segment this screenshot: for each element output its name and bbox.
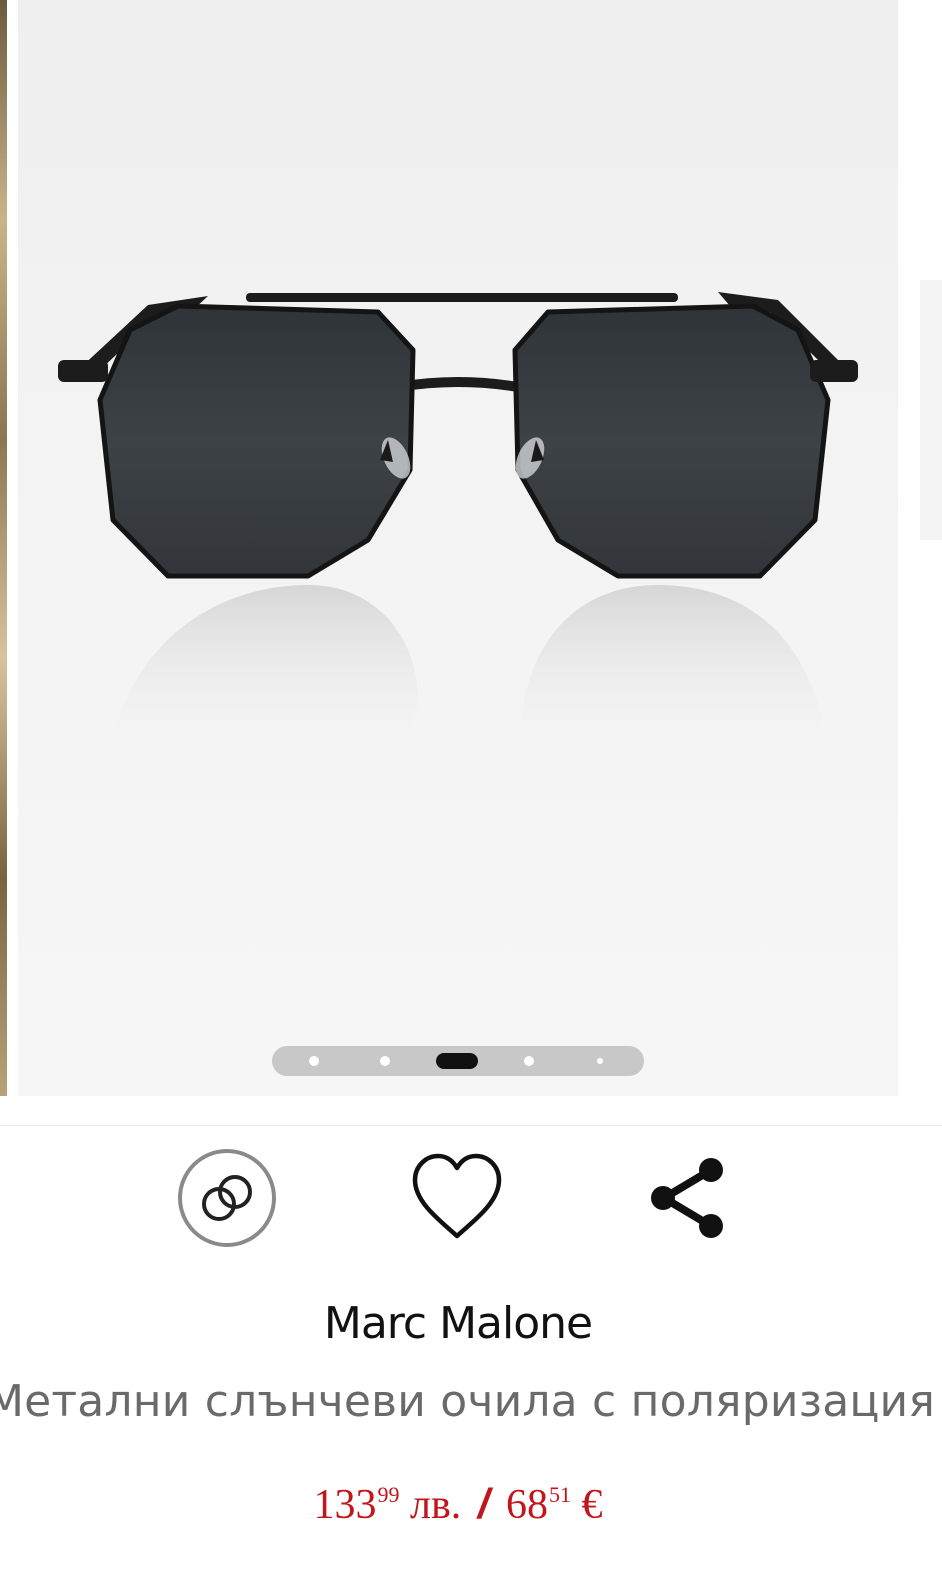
wishlist-button[interactable] [407,1148,507,1248]
price-separator: / [477,1480,490,1527]
carousel-dot[interactable] [309,1056,319,1066]
carousel-dot[interactable] [524,1056,534,1066]
carousel-dot[interactable] [597,1058,603,1064]
product-title: Метални слънчеви очила с поляризация [0,1376,935,1427]
share-icon [651,1158,723,1238]
carousel-dot[interactable] [380,1056,390,1066]
product-brand[interactable]: Marc Malone [0,1298,916,1349]
price-bgn-decimals: 99 [377,1482,400,1507]
carousel-dot-active[interactable] [436,1053,478,1069]
price-bgn-currency: лв. [410,1482,462,1528]
share-button[interactable] [637,1148,737,1248]
price-bgn-integer: 133 [313,1482,377,1528]
compare-button[interactable] [177,1148,277,1248]
price-eur-integer: 68 [505,1482,548,1528]
heart-outline-icon [412,1153,502,1239]
price-eur-currency: € [581,1482,603,1528]
carousel-indicator[interactable] [272,1046,644,1076]
next-slide-edge[interactable] [920,280,942,540]
previous-slide-edge[interactable] [0,0,7,1096]
product-price: 13399 лв. / 6851 € [0,1480,916,1529]
price-eur-decimals: 51 [548,1482,571,1507]
product-page: Marc Malone Метални слънчеви очила с пол… [0,0,942,1588]
compare-rings-icon [178,1149,276,1247]
divider [0,1125,942,1126]
product-image [58,292,858,760]
product-gallery[interactable] [18,0,898,1096]
